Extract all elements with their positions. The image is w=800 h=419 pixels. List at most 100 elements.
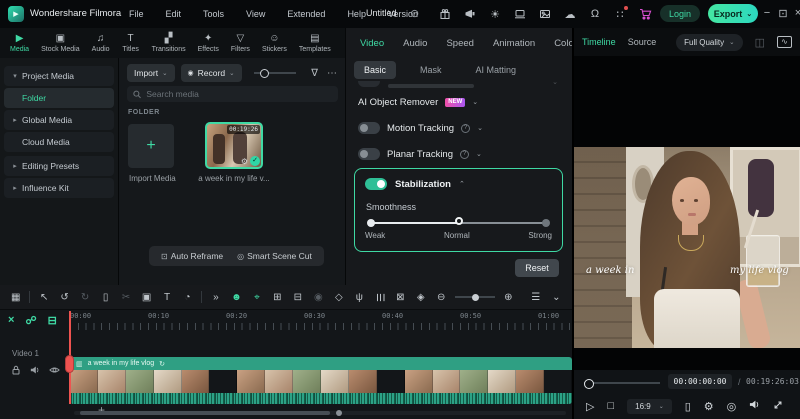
audio-mixer-icon[interactable]: ☰ bbox=[372, 290, 387, 303]
sync-status-icon[interactable]: ⊙ bbox=[410, 7, 419, 20]
tab-source[interactable]: Source bbox=[628, 37, 657, 47]
snapshot-icon[interactable]: ◎ bbox=[727, 400, 737, 413]
timeline-zoom-slider[interactable] bbox=[455, 290, 495, 304]
hscrollbar-thumb[interactable] bbox=[80, 411, 330, 415]
zoom-in-icon[interactable]: ⊕ bbox=[502, 290, 515, 305]
chevron-down-icon[interactable]: ⌄ bbox=[476, 150, 482, 158]
library-tab[interactable]: T Titles bbox=[116, 28, 146, 58]
screen-recorder-icon[interactable] bbox=[513, 7, 527, 21]
track-manager-icon[interactable]: ☰ bbox=[529, 290, 542, 305]
help-icon[interactable]: ? bbox=[461, 124, 470, 133]
help-icon[interactable]: ? bbox=[460, 150, 469, 159]
library-tab[interactable]: ▣ Stock Media bbox=[35, 28, 86, 58]
ripple-edit-icon[interactable]: ⊟ bbox=[48, 314, 57, 327]
link-clips-icon[interactable]: ☍ bbox=[25, 314, 36, 327]
keyframe-icon[interactable]: ◈ bbox=[414, 290, 427, 305]
properties-subtab[interactable]: AI Matting bbox=[466, 61, 527, 79]
timeline-ruler[interactable]: 00:0000:1000:2000:3000:4000:5001:00 bbox=[66, 311, 572, 331]
chevron-down-icon[interactable]: ⌄ bbox=[472, 98, 478, 106]
menu-item[interactable]: Tools bbox=[192, 9, 235, 19]
library-tab[interactable]: ▽ Filters bbox=[225, 28, 256, 58]
hide-track-icon[interactable] bbox=[49, 365, 60, 375]
sidebar-item[interactable]: ▸ Editing Presets bbox=[4, 156, 114, 176]
menu-item[interactable]: File bbox=[118, 9, 155, 19]
thumbnail-size-slider[interactable] bbox=[254, 66, 296, 80]
library-tab[interactable]: ▶ Media bbox=[4, 28, 35, 58]
delete-icon[interactable]: ▯ bbox=[99, 290, 112, 305]
planar-tracking-toggle[interactable] bbox=[358, 148, 380, 160]
reset-button[interactable]: Reset bbox=[515, 259, 559, 277]
library-tab[interactable]: ▞ Transitions bbox=[146, 28, 192, 58]
split-screen-icon[interactable]: ◫ bbox=[755, 36, 765, 49]
more-tools-icon[interactable]: » bbox=[209, 290, 222, 305]
mask-shield-icon[interactable]: ◇ bbox=[332, 290, 345, 305]
ai-object-remover-row[interactable]: AI Object Remover NEW ⌄ bbox=[358, 94, 562, 110]
redo-icon[interactable]: ↻ bbox=[78, 290, 91, 305]
stop-button[interactable]: □ bbox=[607, 400, 614, 412]
text-tool-icon[interactable]: T bbox=[160, 290, 173, 305]
menu-item[interactable]: Extended bbox=[276, 9, 336, 19]
gift-icon[interactable] bbox=[438, 7, 452, 21]
motion-tracking-toggle[interactable] bbox=[358, 122, 380, 134]
cart-icon[interactable] bbox=[638, 7, 652, 21]
export-clip-icon[interactable]: ⊞ bbox=[271, 290, 284, 305]
megaphone-icon[interactable] bbox=[463, 7, 477, 21]
library-tab[interactable]: ♫ Audio bbox=[86, 28, 116, 58]
library-tab[interactable]: ✦ Effects bbox=[192, 28, 225, 58]
export-button[interactable]: Export⌄ bbox=[708, 4, 758, 23]
copy-effects-icon[interactable]: ⊠ bbox=[394, 290, 407, 305]
timeline-clip[interactable]: ▥ a week in my life vlog ↻ bbox=[70, 357, 572, 404]
menu-item[interactable]: Edit bbox=[155, 9, 193, 19]
timeline-hscrollbar[interactable] bbox=[74, 411, 566, 415]
close-button[interactable]: × bbox=[791, 7, 800, 19]
quality-dropdown[interactable]: Full Quality⌄ bbox=[676, 34, 742, 51]
volume-icon[interactable] bbox=[749, 399, 760, 413]
split-scissors-icon[interactable]: ✂ bbox=[119, 290, 132, 305]
theme-icon[interactable]: ☀ bbox=[488, 7, 502, 21]
fullscreen-icon[interactable] bbox=[773, 400, 783, 413]
crop-icon[interactable]: ▣ bbox=[140, 290, 153, 305]
seek-bar[interactable] bbox=[584, 379, 660, 387]
import-media-tile[interactable]: + bbox=[128, 124, 174, 168]
toolbar-caret-icon[interactable]: ⌄ bbox=[550, 290, 563, 305]
more-options-icon[interactable]: ⋯ bbox=[327, 68, 337, 79]
properties-tab[interactable]: Video bbox=[360, 38, 384, 49]
properties-tab[interactable]: Animation bbox=[493, 38, 535, 49]
render-settings-icon[interactable]: ⚙ bbox=[704, 400, 714, 413]
sidebar-item[interactable]: Folder bbox=[4, 88, 114, 108]
hscrollbar-handle[interactable] bbox=[336, 410, 342, 416]
properties-subtab[interactable]: Mask bbox=[410, 61, 452, 79]
stabilization-toggle[interactable] bbox=[365, 178, 387, 190]
menu-item[interactable]: View bbox=[235, 9, 276, 19]
lock-track-icon[interactable] bbox=[11, 365, 21, 375]
play-button[interactable]: ▷ bbox=[586, 400, 594, 413]
chevron-up-icon[interactable]: ⌃ bbox=[459, 180, 465, 188]
properties-tab[interactable]: Audio bbox=[403, 38, 427, 49]
zoom-out-icon[interactable]: ⊖ bbox=[435, 290, 448, 305]
motion-tracking-icon[interactable]: ⌖ bbox=[250, 290, 263, 305]
snap-icon[interactable]: × bbox=[8, 314, 14, 327]
playhead-handle[interactable] bbox=[65, 355, 74, 373]
properties-subtab[interactable]: Basic bbox=[354, 61, 396, 79]
tab-timeline[interactable]: Timeline bbox=[582, 37, 616, 47]
play-circle-icon[interactable]: ◉ bbox=[312, 290, 325, 305]
smart-scene-cut-button[interactable]: ◎Smart Scene Cut bbox=[237, 251, 312, 261]
support-headset-icon[interactable]: Ω bbox=[588, 7, 602, 21]
smoothness-slider[interactable] bbox=[367, 217, 550, 229]
device-preview-icon[interactable]: ▯ bbox=[685, 400, 691, 413]
speed-ramp-icon[interactable]: ◔ bbox=[181, 290, 194, 305]
search-box[interactable] bbox=[127, 86, 338, 102]
media-clip-thumbnail[interactable]: 00:19:26 ⚙ ✓ bbox=[205, 122, 263, 169]
auto-reframe-button[interactable]: ⊡Auto Reframe bbox=[161, 251, 223, 261]
restore-button[interactable]: ⊡ bbox=[776, 7, 790, 20]
chevron-down-icon[interactable]: ⌄ bbox=[477, 124, 483, 132]
login-button[interactable]: Login bbox=[660, 5, 700, 22]
aspect-ratio-dropdown[interactable]: 16:9⌄ bbox=[627, 399, 672, 414]
screenshot-icon[interactable] bbox=[538, 7, 552, 21]
sidebar-item[interactable]: Cloud Media bbox=[4, 132, 114, 152]
voiceover-mic-icon[interactable]: ψ bbox=[353, 290, 366, 305]
ai-assistant-icon[interactable]: ☻ bbox=[230, 290, 243, 305]
sidebar-item[interactable]: ▾ Project Media bbox=[4, 66, 114, 86]
import-button[interactable]: Import⌄ bbox=[127, 64, 175, 82]
gear-icon[interactable]: ⚙ bbox=[241, 157, 248, 166]
